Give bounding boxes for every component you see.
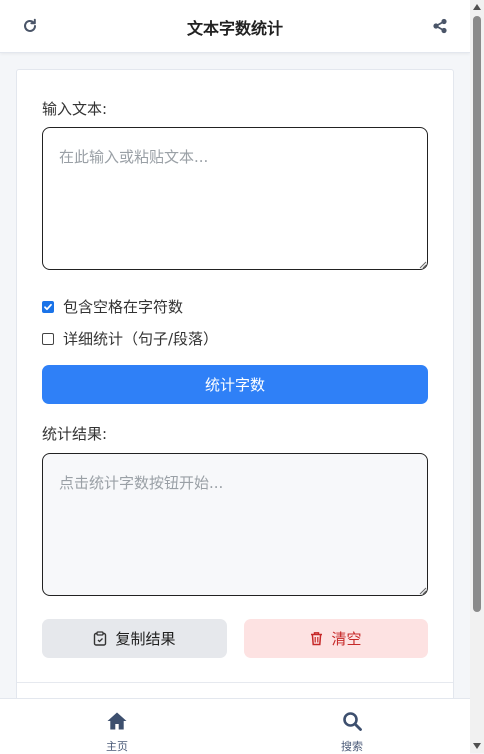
include-spaces-option[interactable]: 包含空格在字符数 xyxy=(42,296,183,317)
copy-result-label: 复制结果 xyxy=(115,630,176,648)
nav-search-label: 搜索 xyxy=(341,740,363,753)
include-spaces-label: 包含空格在字符数 xyxy=(63,298,184,316)
nav-home-label: 主页 xyxy=(106,740,128,753)
scrollbar[interactable] xyxy=(470,0,484,753)
divider xyxy=(17,682,453,683)
clipboard-icon xyxy=(94,631,107,646)
clear-label: 清空 xyxy=(331,630,362,648)
search-icon xyxy=(343,712,362,731)
bottom-nav: 主页 搜索 xyxy=(0,698,470,754)
scroll-down-icon[interactable] xyxy=(473,743,481,749)
nav-search[interactable]: 搜索 xyxy=(322,711,382,754)
counter-card: 输入文本: 包含空格在字符数 详细统计（句子/段落） 统计字数 统计结果: 复制… xyxy=(16,69,454,731)
detailed-stats-option[interactable]: 详细统计（句子/段落） xyxy=(42,328,218,349)
input-label: 输入文本: xyxy=(42,100,108,118)
result-output[interactable] xyxy=(42,453,428,596)
count-button[interactable]: 统计字数 xyxy=(42,365,428,404)
home-icon xyxy=(107,712,127,730)
copy-result-button[interactable]: 复制结果 xyxy=(42,619,227,658)
share-icon[interactable] xyxy=(428,14,452,38)
detailed-stats-label: 详细统计（句子/段落） xyxy=(63,330,219,348)
checkbox-checked[interactable] xyxy=(42,300,54,313)
scroll-up-icon[interactable] xyxy=(473,4,481,10)
nav-home[interactable]: 主页 xyxy=(87,711,147,754)
text-input[interactable] xyxy=(42,127,428,270)
clear-button[interactable]: 清空 xyxy=(244,619,428,658)
trash-icon xyxy=(311,632,323,646)
result-label: 统计结果: xyxy=(42,425,108,443)
scrollbar-thumb[interactable] xyxy=(473,16,481,612)
resize-handle-icon[interactable] xyxy=(419,261,427,269)
app-header: 文本字数统计 xyxy=(0,0,470,53)
checkbox-unchecked[interactable] xyxy=(42,332,54,345)
resize-handle-icon[interactable] xyxy=(419,587,427,595)
page-title: 文本字数统计 xyxy=(186,19,283,38)
